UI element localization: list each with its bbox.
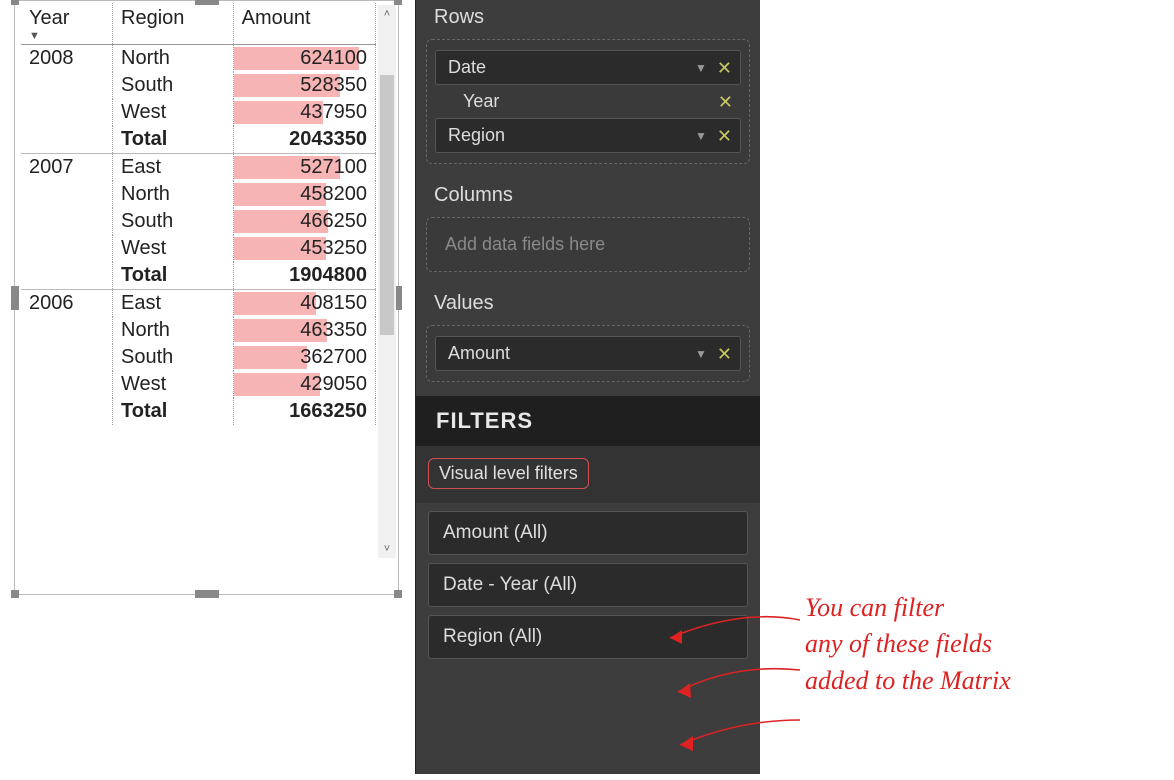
annotation-text: You can filter any of these fields added… bbox=[805, 590, 1011, 699]
total-amount: 1663250 bbox=[233, 398, 375, 425]
region-cell[interactable]: West bbox=[113, 235, 234, 262]
table-row: 2007East527100 bbox=[21, 154, 376, 182]
chevron-down-icon[interactable]: ▼ bbox=[695, 61, 707, 75]
year-cell[interactable]: 2007 bbox=[21, 154, 113, 290]
amount-cell[interactable]: 466250 bbox=[233, 208, 375, 235]
column-header-amount[interactable]: Amount bbox=[233, 3, 375, 45]
matrix-scroll-area: Year ▼ Region Amount 2008North624100Sout… bbox=[21, 3, 376, 588]
amount-cell[interactable]: 362700 bbox=[233, 344, 375, 371]
amount-cell[interactable]: 453250 bbox=[233, 235, 375, 262]
year-cell[interactable]: 2006 bbox=[21, 290, 113, 426]
total-amount: 2043350 bbox=[233, 126, 375, 154]
columns-section-label: Columns bbox=[416, 178, 760, 217]
column-header-region[interactable]: Region bbox=[113, 3, 234, 45]
resize-handle-bottom[interactable] bbox=[195, 590, 219, 598]
year-cell[interactable]: 2008 bbox=[21, 45, 113, 154]
amount-cell[interactable]: 527100 bbox=[233, 154, 375, 182]
region-cell[interactable]: East bbox=[113, 154, 234, 182]
columns-placeholder: Add data fields here bbox=[433, 224, 743, 265]
row-field-date[interactable]: Date ▼ ✕ bbox=[435, 50, 741, 85]
visual-level-filters-label: Visual level filters bbox=[428, 458, 589, 489]
table-row: 2008North624100 bbox=[21, 45, 376, 73]
value-field-amount[interactable]: Amount ▼ ✕ bbox=[435, 336, 741, 371]
region-cell[interactable]: North bbox=[113, 45, 234, 73]
remove-field-icon[interactable]: ✕ bbox=[717, 59, 732, 77]
filter-region[interactable]: Region (All) bbox=[428, 615, 748, 659]
total-amount: 1904800 bbox=[233, 262, 375, 290]
scrollbar-thumb[interactable] bbox=[380, 75, 394, 335]
filter-amount[interactable]: Amount (All) bbox=[428, 511, 748, 555]
visualizations-panel: Rows Date ▼ ✕ Year ✕ Region ▼ ✕ Columns … bbox=[415, 0, 760, 774]
columns-field-well[interactable]: Add data fields here bbox=[426, 217, 750, 272]
amount-cell[interactable]: 528350 bbox=[233, 72, 375, 99]
values-section-label: Values bbox=[416, 286, 760, 325]
amount-cell[interactable]: 463350 bbox=[233, 317, 375, 344]
values-field-well[interactable]: Amount ▼ ✕ bbox=[426, 325, 750, 382]
region-cell[interactable]: South bbox=[113, 344, 234, 371]
total-label: Total bbox=[113, 262, 234, 290]
remove-field-icon[interactable]: ✕ bbox=[718, 93, 733, 111]
matrix-table: Year ▼ Region Amount 2008North624100Sout… bbox=[21, 3, 376, 425]
chevron-down-icon[interactable]: ▼ bbox=[695, 129, 707, 143]
region-cell[interactable]: South bbox=[113, 208, 234, 235]
matrix-visual-frame[interactable]: Year ▼ Region Amount 2008North624100Sout… bbox=[14, 0, 399, 595]
scroll-down-icon[interactable]: ˅ bbox=[378, 540, 396, 558]
table-row: 2006East408150 bbox=[21, 290, 376, 318]
row-field-date-year[interactable]: Year ✕ bbox=[451, 89, 741, 114]
row-field-region[interactable]: Region ▼ ✕ bbox=[435, 118, 741, 153]
filters-header[interactable]: FILTERS bbox=[416, 396, 760, 446]
resize-handle-left[interactable] bbox=[11, 286, 19, 310]
sort-desc-icon: ▼ bbox=[29, 30, 104, 42]
region-cell[interactable]: West bbox=[113, 371, 234, 398]
amount-cell[interactable]: 408150 bbox=[233, 290, 375, 318]
remove-field-icon[interactable]: ✕ bbox=[717, 127, 732, 145]
amount-cell[interactable]: 624100 bbox=[233, 45, 375, 73]
remove-field-icon[interactable]: ✕ bbox=[717, 345, 732, 363]
resize-handle-bl[interactable] bbox=[11, 590, 19, 598]
amount-cell[interactable]: 458200 bbox=[233, 181, 375, 208]
region-cell[interactable]: East bbox=[113, 290, 234, 318]
resize-handle-tl[interactable] bbox=[11, 0, 19, 5]
scroll-up-icon[interactable]: ˄ bbox=[378, 5, 396, 23]
rows-field-well[interactable]: Date ▼ ✕ Year ✕ Region ▼ ✕ bbox=[426, 39, 750, 164]
total-label: Total bbox=[113, 126, 234, 154]
visual-level-filters-section: Visual level filters bbox=[416, 446, 760, 503]
region-cell[interactable]: North bbox=[113, 317, 234, 344]
chevron-down-icon[interactable]: ▼ bbox=[695, 347, 707, 361]
column-header-year[interactable]: Year ▼ bbox=[21, 3, 113, 45]
data-bar bbox=[234, 346, 308, 369]
region-cell[interactable]: North bbox=[113, 181, 234, 208]
resize-handle-br[interactable] bbox=[394, 590, 402, 598]
region-cell[interactable]: West bbox=[113, 99, 234, 126]
vertical-scrollbar[interactable]: ˄ ˅ bbox=[378, 5, 396, 558]
amount-cell[interactable]: 429050 bbox=[233, 371, 375, 398]
region-cell[interactable]: South bbox=[113, 72, 234, 99]
rows-section-label: Rows bbox=[416, 0, 760, 39]
filter-date-year[interactable]: Date - Year (All) bbox=[428, 563, 748, 607]
total-label: Total bbox=[113, 398, 234, 425]
amount-cell[interactable]: 437950 bbox=[233, 99, 375, 126]
